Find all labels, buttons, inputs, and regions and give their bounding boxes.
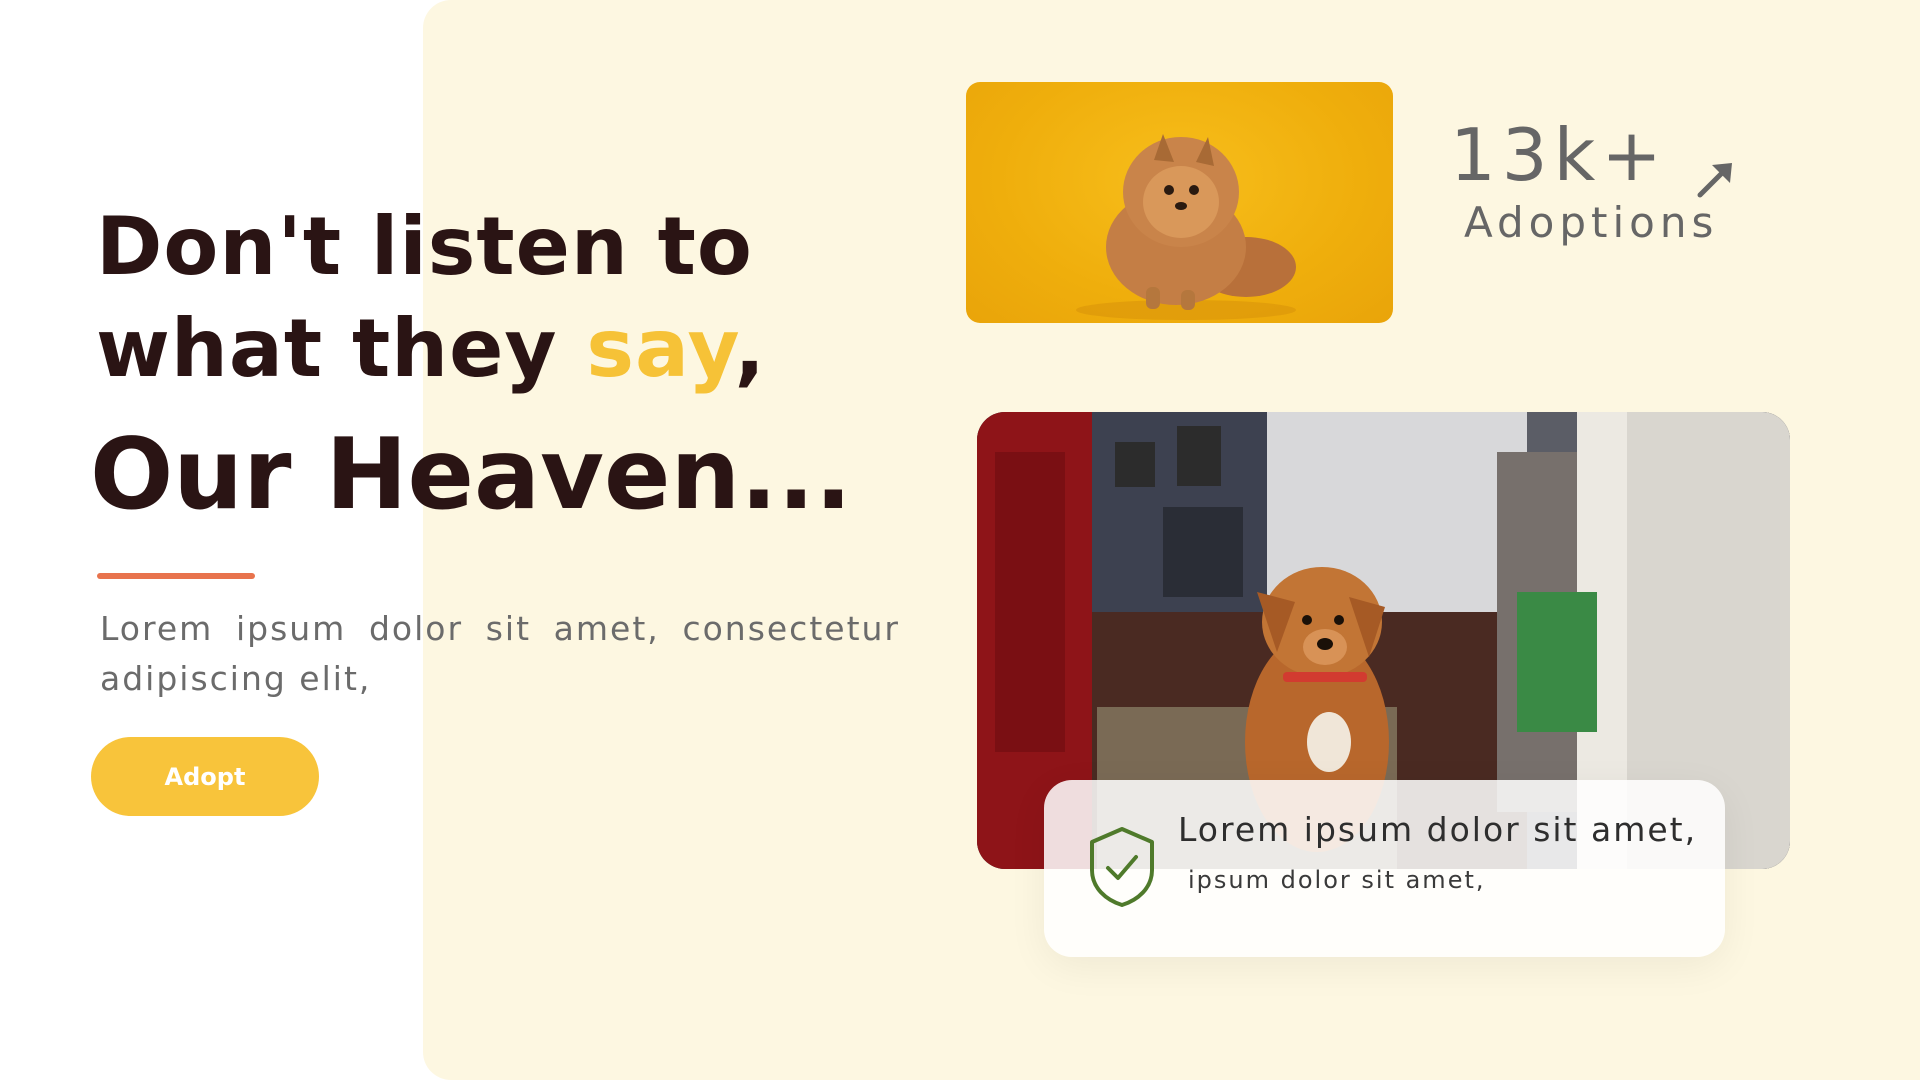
headline-line-2: what they say, [96,298,852,400]
headline-line-2-text: what they [96,302,587,395]
headline-line-3: Our Heaven... [90,418,852,532]
info-card: Lorem ipsum dolor sit amet, ipsum dolor … [1044,780,1725,957]
headline-accent-word: say [586,302,735,395]
info-card-title: Lorem ipsum dolor sit amet, [1178,810,1698,849]
lead-paragraph: Lorem ipsum dolor sit amet, consectetur … [100,609,900,698]
pomeranian-photo [966,82,1393,323]
adoptions-stat: 13k+ Adoptions [1450,112,1738,248]
adoptions-label: Adoptions [1464,198,1719,247]
headline-line-1: Don't listen to [96,200,753,293]
adopt-button[interactable]: Adopt [91,737,319,816]
info-card-subtitle: ipsum dolor sit amet, [1188,866,1486,894]
headline-underline [97,573,255,579]
arrow-up-right-icon [1694,133,1738,198]
headline-comma: , [734,302,766,395]
adoptions-count: 13k+ [1450,113,1668,197]
hero-headline: Don't listen to what they say, Our Heave… [90,196,852,530]
adoptions-count-row: 13k+ [1450,112,1738,198]
shield-check-icon [1088,826,1156,908]
